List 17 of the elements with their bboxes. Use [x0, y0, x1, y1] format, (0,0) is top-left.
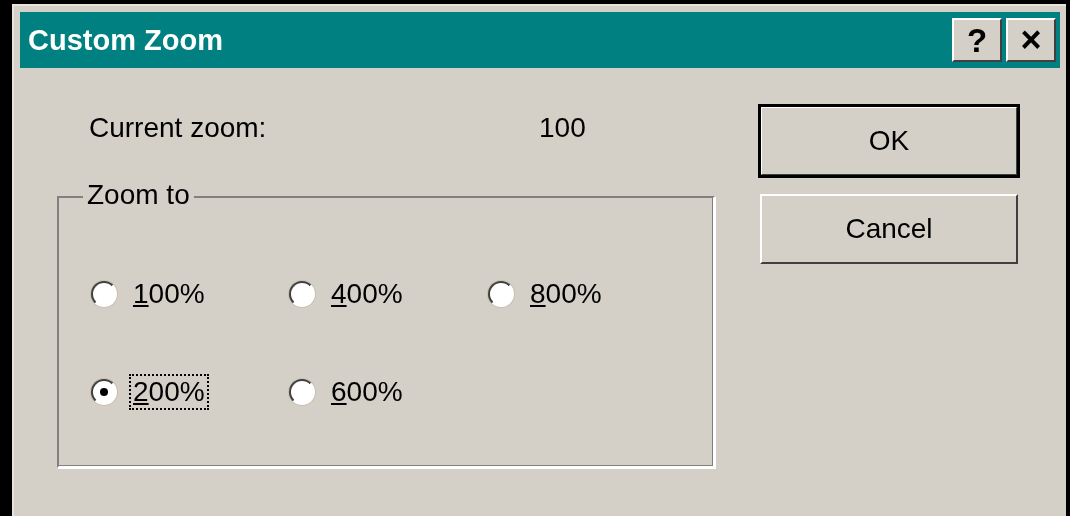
current-zoom-value: 100 — [539, 112, 586, 145]
option-label[interactable]: 600% — [329, 376, 405, 408]
current-zoom-label: Current zoom: — [88, 112, 268, 145]
radio-button[interactable] — [289, 281, 315, 307]
help-button[interactable]: ? — [952, 18, 1002, 62]
radio-button[interactable] — [91, 281, 117, 307]
window-title: Custom Zoom — [28, 23, 223, 57]
close-button[interactable]: × — [1006, 18, 1056, 62]
option-label[interactable]: 100% — [131, 278, 207, 310]
ok-button[interactable]: OK — [760, 106, 1018, 176]
radio-button[interactable] — [289, 379, 315, 405]
radio-button[interactable] — [488, 281, 514, 307]
option-label[interactable]: 400% — [329, 278, 405, 310]
cancel-button[interactable]: Cancel — [760, 194, 1018, 264]
radio-button[interactable] — [91, 379, 117, 405]
option-label[interactable]: 200% — [131, 376, 207, 408]
option-label[interactable]: 800% — [528, 278, 604, 310]
